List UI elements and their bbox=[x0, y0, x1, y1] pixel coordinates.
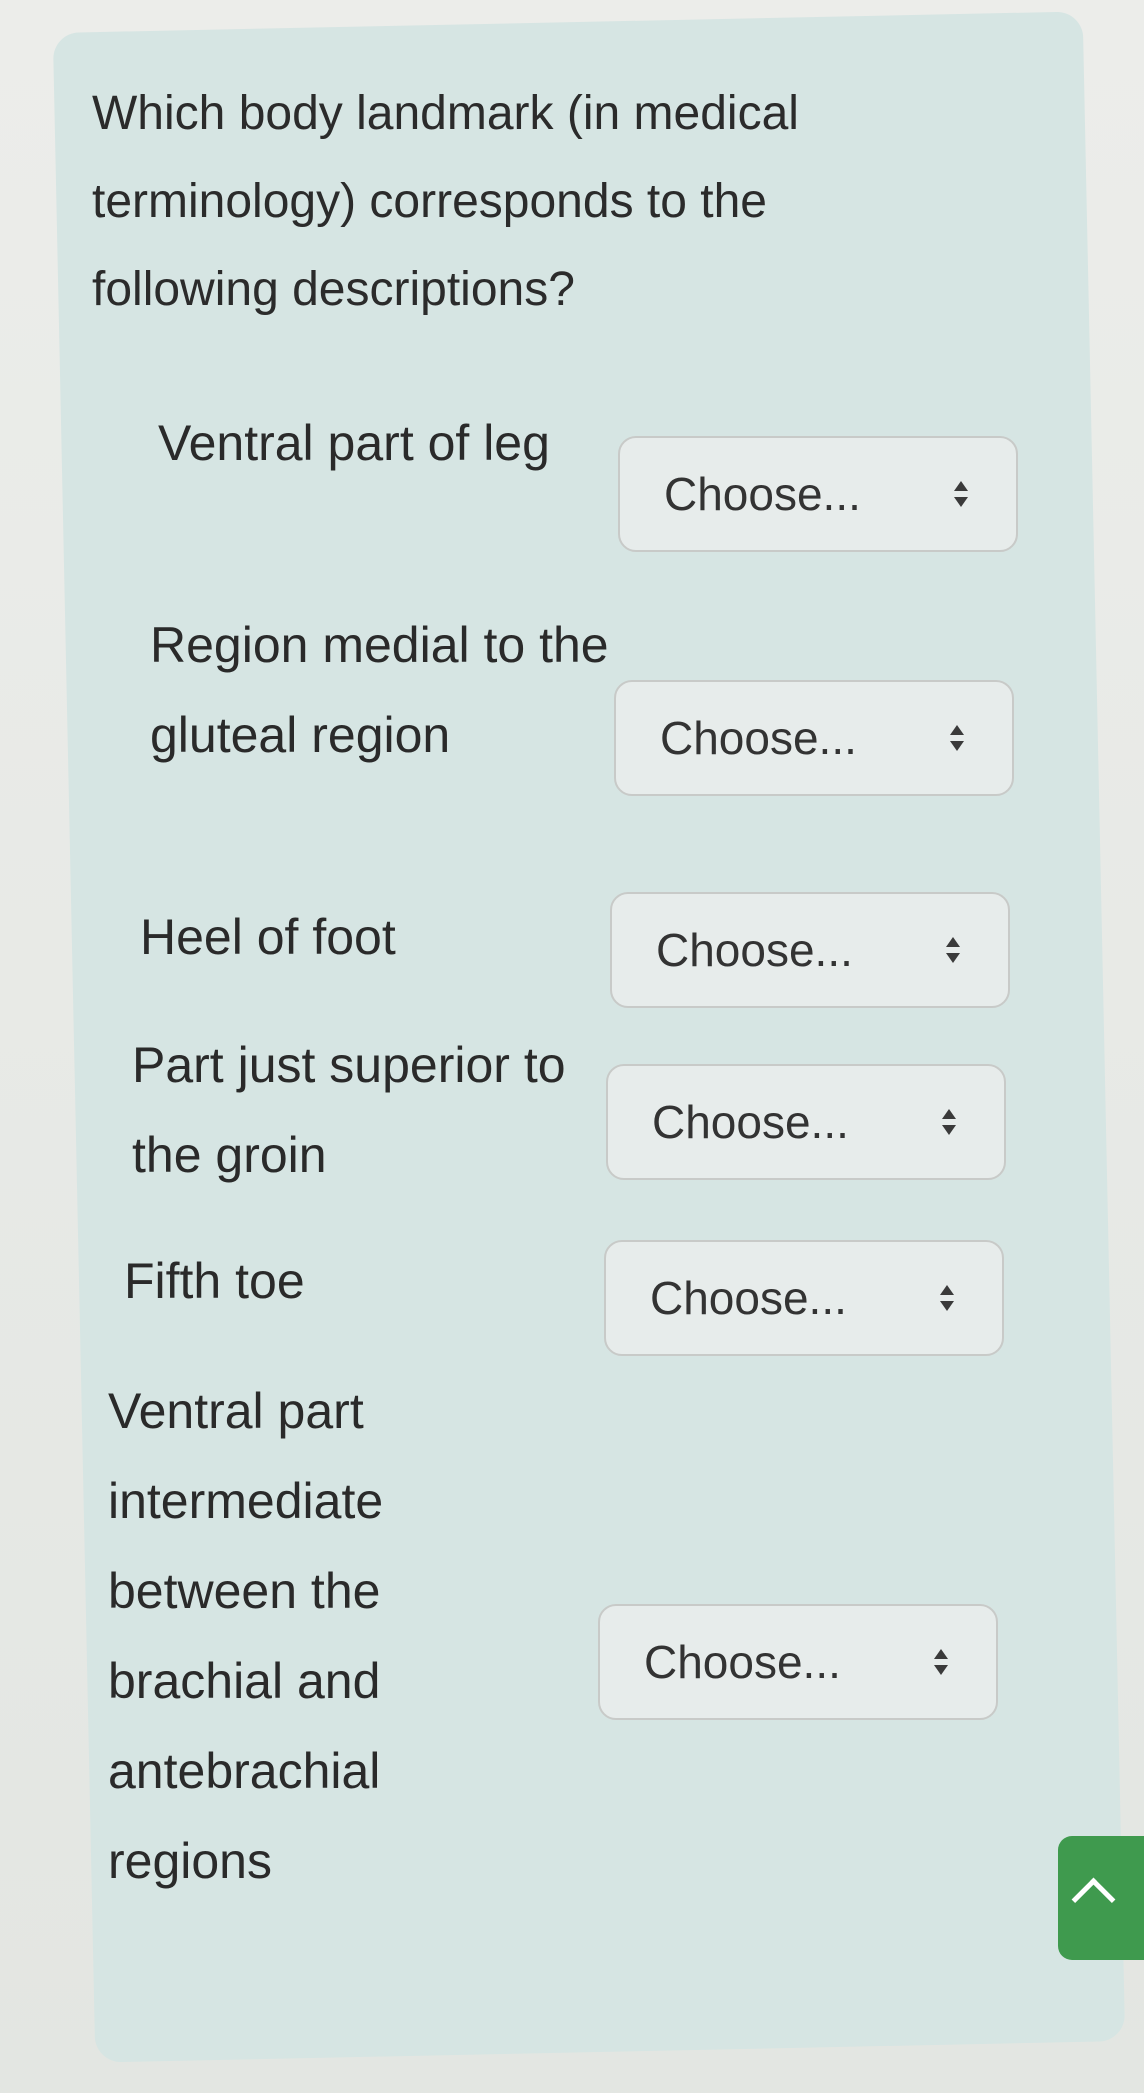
select-label: Choose... bbox=[652, 1096, 849, 1148]
answer-select[interactable]: Choose... bbox=[614, 680, 1014, 796]
updown-icon bbox=[950, 725, 964, 751]
updown-icon bbox=[942, 1109, 956, 1135]
answer-select[interactable]: Choose... bbox=[610, 892, 1010, 1008]
row-description: Heel of foot bbox=[140, 909, 396, 965]
select-label: Choose... bbox=[650, 1272, 847, 1324]
answer-select[interactable]: Choose... bbox=[604, 1240, 1004, 1356]
select-label: Choose... bbox=[664, 468, 861, 520]
updown-icon bbox=[940, 1285, 954, 1311]
row-description: Ventral part of leg bbox=[158, 415, 550, 471]
row-description: Fifth toe bbox=[124, 1253, 305, 1309]
select-label: Choose... bbox=[660, 712, 857, 764]
updown-icon bbox=[946, 937, 960, 963]
row-description: Part just superior to the groin bbox=[132, 1037, 566, 1183]
select-label: Choose... bbox=[656, 924, 853, 976]
chevron-up-icon bbox=[1071, 1877, 1116, 1922]
updown-icon bbox=[954, 481, 968, 507]
answer-select[interactable]: Choose... bbox=[606, 1064, 1006, 1180]
question-text: Which body landmark (in medical terminol… bbox=[92, 87, 799, 316]
scroll-to-top-button[interactable] bbox=[1058, 1836, 1144, 1960]
answer-select[interactable]: Choose... bbox=[598, 1604, 998, 1720]
row-description: Ventral part intermediate between the br… bbox=[108, 1383, 384, 1889]
select-label: Choose... bbox=[644, 1636, 841, 1688]
answer-select[interactable]: Choose... bbox=[618, 436, 1018, 552]
row-description: Region medial to the gluteal region bbox=[150, 617, 609, 763]
updown-icon bbox=[934, 1649, 948, 1675]
